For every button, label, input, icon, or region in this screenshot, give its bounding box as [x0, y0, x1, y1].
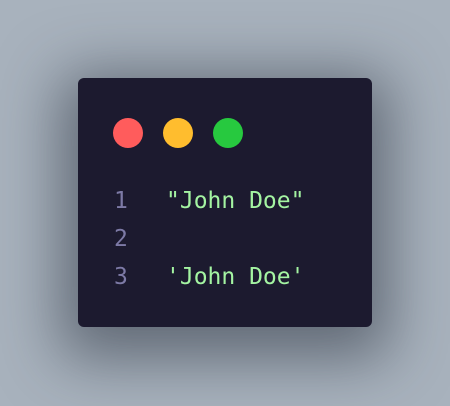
line-number: 2: [114, 226, 128, 252]
code-line: 2: [114, 220, 304, 258]
minimize-dot-icon[interactable]: [163, 118, 193, 148]
line-number: 3: [114, 264, 128, 290]
code-line: 3 'John Doe': [114, 258, 304, 296]
code-window: 1 "John Doe" 2 3 'John Doe': [78, 78, 372, 327]
code-line: 1 "John Doe": [114, 182, 304, 220]
code-block: 1 "John Doe" 2 3 'John Doe': [114, 182, 304, 296]
maximize-dot-icon[interactable]: [213, 118, 243, 148]
line-number: 1: [114, 188, 128, 214]
code-text: "John Doe": [166, 188, 305, 214]
close-dot-icon[interactable]: [113, 118, 143, 148]
window-controls: [113, 118, 243, 148]
code-text: 'John Doe': [166, 264, 305, 290]
